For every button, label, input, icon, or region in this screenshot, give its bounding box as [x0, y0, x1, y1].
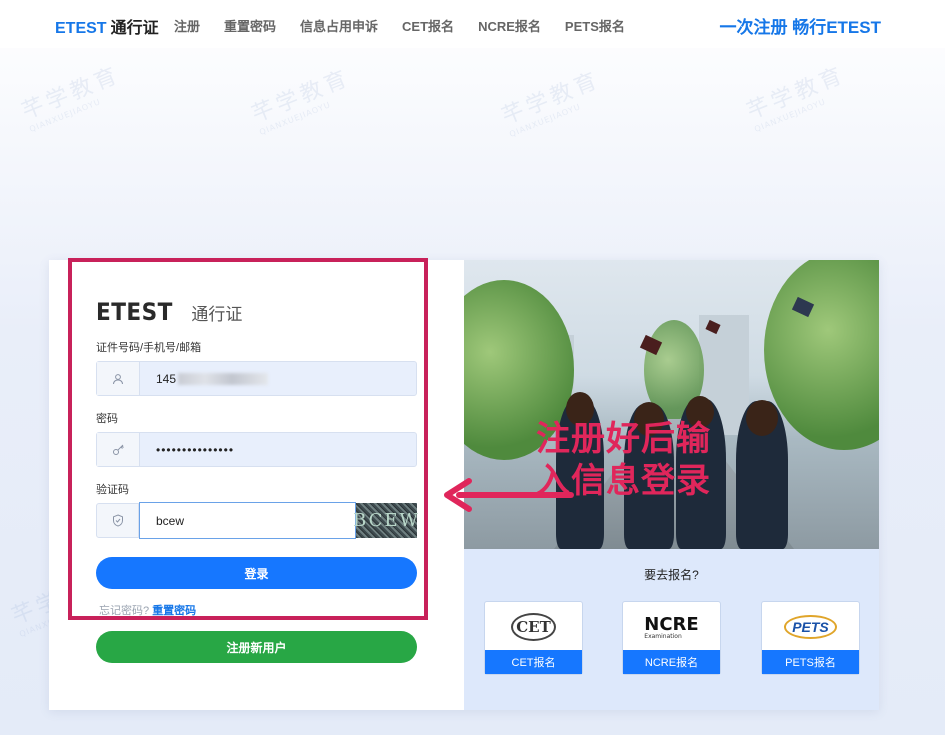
forgot-text: 忘记密码?	[99, 605, 150, 617]
nav-link-cet[interactable]: CET报名	[402, 16, 454, 35]
password-input[interactable]: •••••••••••••••	[140, 433, 416, 466]
shield-icon	[96, 503, 139, 538]
register-button[interactable]: 注册新用户	[96, 631, 417, 663]
nav-link-ncre[interactable]: NCRE报名	[478, 16, 541, 35]
pets-logo: PETS	[784, 615, 837, 639]
password-label: 密码	[96, 413, 118, 425]
cet-card[interactable]: CET CET报名	[484, 601, 583, 675]
password-field[interactable]: •••••••••••••••	[96, 432, 417, 467]
user-icon	[97, 362, 140, 395]
captcha-input[interactable]: bcew	[139, 502, 356, 539]
cet-logo: CET	[511, 613, 556, 641]
reset-password-link[interactable]: 重置密码	[152, 605, 196, 617]
captcha-label: 验证码	[96, 484, 129, 496]
brand-logo[interactable]: ETEST 通行证	[55, 14, 159, 38]
login-logo: ETEST 通行证	[96, 298, 242, 326]
watermark: 芊学教育QIANXUEJIAOYU	[248, 65, 355, 137]
watermark: 芊学教育QIANXUEJIAOYU	[18, 62, 125, 134]
login-card: ETEST 通行证 证件号码/手机号/邮箱 145 密码 •••••••••••…	[49, 258, 879, 710]
captcha-field: bcew BCEW	[96, 502, 418, 539]
ncre-logo: NCRE Examination	[644, 614, 699, 640]
brand-name: ETEST	[55, 20, 107, 37]
login-panel: ETEST 通行证 证件号码/手机号/邮箱 145 密码 •••••••••••…	[49, 258, 464, 710]
login-button[interactable]: 登录	[96, 557, 417, 589]
redacted-block	[178, 372, 269, 385]
forgot-password: 忘记密码? 重置密码	[99, 602, 196, 618]
nav-link-info-appeal[interactable]: 信息占用申诉	[300, 16, 378, 35]
student-head	[746, 400, 778, 436]
nav-links: 注册 重置密码 信息占用申诉 CET报名 NCRE报名 PETS报名	[174, 16, 625, 35]
pets-card-label: PETS报名	[762, 650, 859, 674]
login-logo-sub: 通行证	[191, 305, 243, 324]
brand-sub: 通行证	[110, 20, 159, 37]
key-icon	[97, 433, 140, 466]
ncre-card[interactable]: NCRE Examination NCRE报名	[622, 601, 721, 675]
watermark: 芊学教育QIANXUEJIAOYU	[743, 62, 850, 134]
ncre-card-label: NCRE报名	[623, 650, 720, 674]
id-field[interactable]: 145	[96, 361, 417, 396]
top-nav: ETEST 通行证 注册 重置密码 信息占用申诉 CET报名 NCRE报名 PET…	[0, 0, 945, 48]
watermark: 芊学教育QIANXUEJIAOYU	[498, 67, 605, 139]
cet-card-label: CET报名	[485, 650, 582, 674]
id-input-value: 145	[156, 371, 177, 386]
annotation-arrow-icon	[444, 478, 574, 512]
id-input[interactable]: 145	[140, 362, 416, 395]
login-logo-text: ETEST	[96, 298, 173, 326]
nav-link-register[interactable]: 注册	[174, 16, 200, 35]
id-label: 证件号码/手机号/邮箱	[96, 342, 202, 354]
pets-card[interactable]: PETS PETS报名	[761, 601, 860, 675]
nav-link-reset-password[interactable]: 重置密码	[224, 16, 276, 35]
slogan: 一次注册 畅行ETEST	[719, 18, 881, 37]
nav-link-pets[interactable]: PETS报名	[565, 16, 625, 35]
captcha-image[interactable]: BCEW	[353, 503, 418, 538]
goto-title: 要去报名?	[644, 568, 699, 582]
